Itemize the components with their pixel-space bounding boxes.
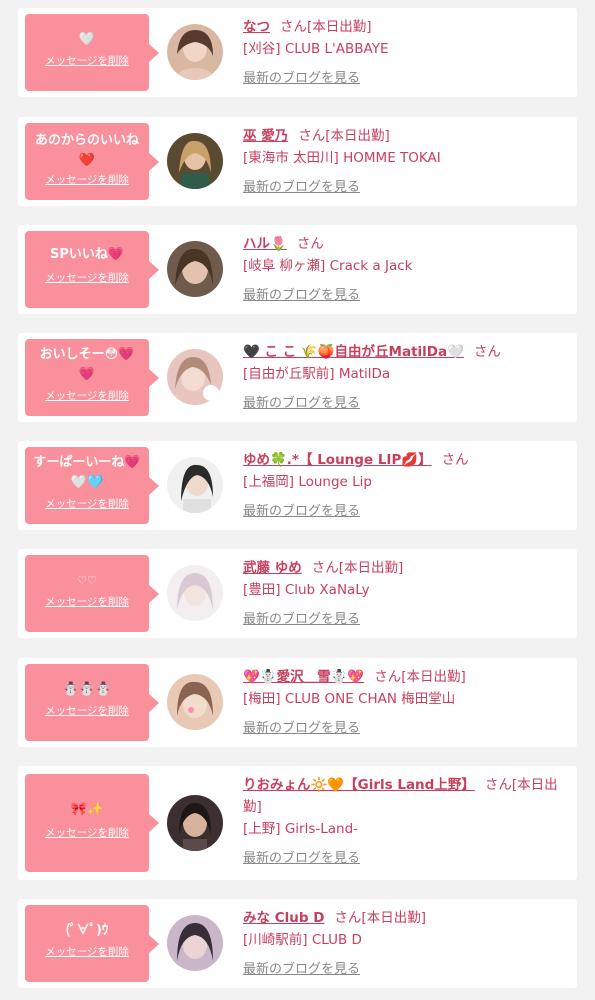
avatar[interactable] xyxy=(167,457,223,513)
card-info: 巫 愛乃 さん[本日出勤] [東海市 太田川] HOMME TOKAI 最新のブロ… xyxy=(243,125,571,199)
message-bubble: ☃️☃️☃️ メッセージを削除 xyxy=(25,664,159,741)
delete-message-link[interactable]: メッセージを削除 xyxy=(29,595,145,609)
status-text: さん[本日出勤] xyxy=(298,128,390,144)
avatar[interactable] xyxy=(167,565,223,621)
cast-name-link[interactable]: りおみょん🔆🧡【Girls Land上野】 xyxy=(243,777,475,793)
delete-message-link[interactable]: メッセージを削除 xyxy=(29,271,145,285)
delete-message-link[interactable]: メッセージを削除 xyxy=(29,173,145,187)
card-info: りおみょん🔆🧡【Girls Land上野】 さん[本日出勤] [上野] Girls… xyxy=(243,774,571,870)
list-item: おいしそー😳💗 💗 メッセージを削除 🖤 こ こ 🌾🍑自由が丘MatilDa🤍 さ… xyxy=(18,333,577,422)
card-info: 武藤 ゆめ さん[本日出勤] [豊田] Club XaNaLy 最新のブログを見る xyxy=(243,557,571,631)
list-item: SPいいね💗 メッセージを削除 ハル🌷 さん [岐阜 柳ヶ瀬] Crack a J… xyxy=(18,225,577,314)
list-item: ☃️☃️☃️ メッセージを削除 💖☃️愛沢＿雪☃️💖 さん[本日出勤] [梅田] … xyxy=(18,658,577,747)
latest-blog-link[interactable]: 最新のブログを見る xyxy=(243,177,571,199)
message-text: 🎀✨ xyxy=(70,802,104,817)
delete-message-link[interactable]: メッセージを削除 xyxy=(29,389,145,403)
status-text: さん xyxy=(296,236,324,252)
card-info: ハル🌷 さん [岐阜 柳ヶ瀬] Crack a Jack 最新のブログを見る xyxy=(243,233,571,307)
shop-name: [自由が丘駅前] MatilDa xyxy=(243,366,391,382)
card-info: みな Club D さん[本日出勤] [川崎駅前] CLUB D 最新のブログを見… xyxy=(243,907,571,981)
status-text: さん[本日出勤] xyxy=(334,910,426,926)
shop-name: [川崎駅前] CLUB D xyxy=(243,932,362,948)
shop-name: [刈谷] CLUB L'ABBAYE xyxy=(243,41,389,57)
avatar[interactable] xyxy=(167,349,223,405)
message-bubble: おいしそー😳💗 💗 メッセージを削除 xyxy=(25,339,159,416)
card-info: ゆめ🍀.*【 Lounge LIP💋】 さん [上福岡] Lounge Lip 最… xyxy=(243,449,571,523)
latest-blog-link[interactable]: 最新のブログを見る xyxy=(243,68,571,90)
list-item: ♡♡ メッセージを削除 武藤 ゆめ さん[本日出勤] [豊田] Club XaNa… xyxy=(18,549,577,638)
message-text: すーぱーいーね💗 🤍🩵 xyxy=(33,455,141,490)
card-info: なつ さん[本日出勤] [刈谷] CLUB L'ABBAYE 最新のブログを見る xyxy=(243,16,571,90)
message-text: ☃️☃️☃️ xyxy=(62,682,112,697)
shop-name: [梅田] CLUB ONE CHAN 梅田堂山 xyxy=(243,691,456,707)
list-item: 🎀✨ メッセージを削除 りおみょん🔆🧡【Girls Land上野】 さん[本日出勤… xyxy=(18,766,577,880)
card-info: 💖☃️愛沢＿雪☃️💖 さん[本日出勤] [梅田] CLUB ONE CHAN 梅田… xyxy=(243,666,571,740)
latest-blog-link[interactable]: 最新のブログを見る xyxy=(243,959,571,981)
message-bubble: SPいいね💗 メッセージを削除 xyxy=(25,231,159,308)
cast-name-link[interactable]: ゆめ🍀.*【 Lounge LIP💋】 xyxy=(243,452,432,468)
delete-message-link[interactable]: メッセージを削除 xyxy=(29,826,145,840)
message-bubble: 🎀✨ メッセージを削除 xyxy=(25,774,159,872)
list-item: (ﾟ∀ﾟ)ｳ メッセージを削除 みな Club D さん[本日出勤] [川崎駅前]… xyxy=(18,899,577,988)
message-text: SPいいね💗 xyxy=(49,247,125,262)
latest-blog-link[interactable]: 最新のブログを見る xyxy=(243,848,571,870)
delete-message-link[interactable]: メッセージを削除 xyxy=(29,497,145,511)
message-bubble: すーぱーいーね💗 🤍🩵 メッセージを削除 xyxy=(25,447,159,524)
avatar[interactable] xyxy=(167,133,223,189)
shop-name: [上福岡] Lounge Lip xyxy=(243,474,372,490)
list-item: すーぱーいーね💗 🤍🩵 メッセージを削除 ゆめ🍀.*【 Lounge LIP💋】… xyxy=(18,441,577,530)
delete-message-link[interactable]: メッセージを削除 xyxy=(29,704,145,718)
cast-name-link[interactable]: みな Club D xyxy=(243,910,324,926)
latest-blog-link[interactable]: 最新のブログを見る xyxy=(243,393,571,415)
avatar[interactable] xyxy=(167,674,223,730)
message-bubble: (ﾟ∀ﾟ)ｳ メッセージを削除 xyxy=(25,905,159,982)
shop-name: [豊田] Club XaNaLy xyxy=(243,582,370,598)
delete-message-link[interactable]: メッセージを削除 xyxy=(29,945,145,959)
cast-name-link[interactable]: 💖☃️愛沢＿雪☃️💖 xyxy=(243,669,364,685)
status-text: さん[本日出勤] xyxy=(311,560,404,576)
avatar[interactable] xyxy=(167,241,223,297)
message-bubble: 🤍 メッセージを削除 xyxy=(25,14,159,91)
message-bubble: ♡♡ メッセージを削除 xyxy=(25,555,159,632)
cast-name-link[interactable]: 🖤 こ こ 🌾🍑自由が丘MatilDa🤍 xyxy=(243,344,464,360)
avatar[interactable] xyxy=(167,24,223,80)
shop-name: [上野] Girls-Land- xyxy=(243,821,359,837)
status-text: さん[本日出勤] xyxy=(280,19,372,35)
cast-name-link[interactable]: 武藤 ゆめ xyxy=(243,560,302,576)
message-text: 🤍 xyxy=(78,32,96,47)
latest-blog-link[interactable]: 最新のブログを見る xyxy=(243,501,571,523)
favorites-list: 🤍 メッセージを削除 なつ さん[本日出勤] [刈谷] CLUB L'ABBAYE… xyxy=(0,0,595,1000)
latest-blog-link[interactable]: 最新のブログを見る xyxy=(243,609,571,631)
latest-blog-link[interactable]: 最新のブログを見る xyxy=(243,718,571,740)
delete-message-link[interactable]: メッセージを削除 xyxy=(29,54,145,68)
cast-name-link[interactable]: 巫 愛乃 xyxy=(243,128,288,144)
cast-name-link[interactable]: ハル🌷 xyxy=(243,236,287,252)
cast-name-link[interactable]: なつ xyxy=(243,19,270,35)
message-text: おいしそー😳💗 💗 xyxy=(39,347,135,382)
list-item: あのからのいいね ❤️ メッセージを削除 巫 愛乃 さん[本日出勤] [東海市 太… xyxy=(18,117,577,206)
message-text: (ﾟ∀ﾟ)ｳ xyxy=(65,923,109,938)
status-text: さん xyxy=(441,452,469,468)
message-bubble: あのからのいいね ❤️ メッセージを削除 xyxy=(25,123,159,200)
avatar[interactable] xyxy=(167,795,223,851)
message-text: あのからのいいね ❤️ xyxy=(34,133,139,168)
card-info: 🖤 こ こ 🌾🍑自由が丘MatilDa🤍 さん [自由が丘駅前] MatilDa … xyxy=(243,341,571,415)
avatar[interactable] xyxy=(167,915,223,971)
shop-name: [岐阜 柳ヶ瀬] Crack a Jack xyxy=(243,258,413,274)
message-text: ♡♡ xyxy=(77,574,97,587)
status-text: さん xyxy=(473,344,501,360)
shop-name: [東海市 太田川] HOMME TOKAI xyxy=(243,150,441,166)
latest-blog-link[interactable]: 最新のブログを見る xyxy=(243,285,571,307)
status-text: さん[本日出勤] xyxy=(374,669,466,685)
list-item: 🤍 メッセージを削除 なつ さん[本日出勤] [刈谷] CLUB L'ABBAYE… xyxy=(18,8,577,97)
